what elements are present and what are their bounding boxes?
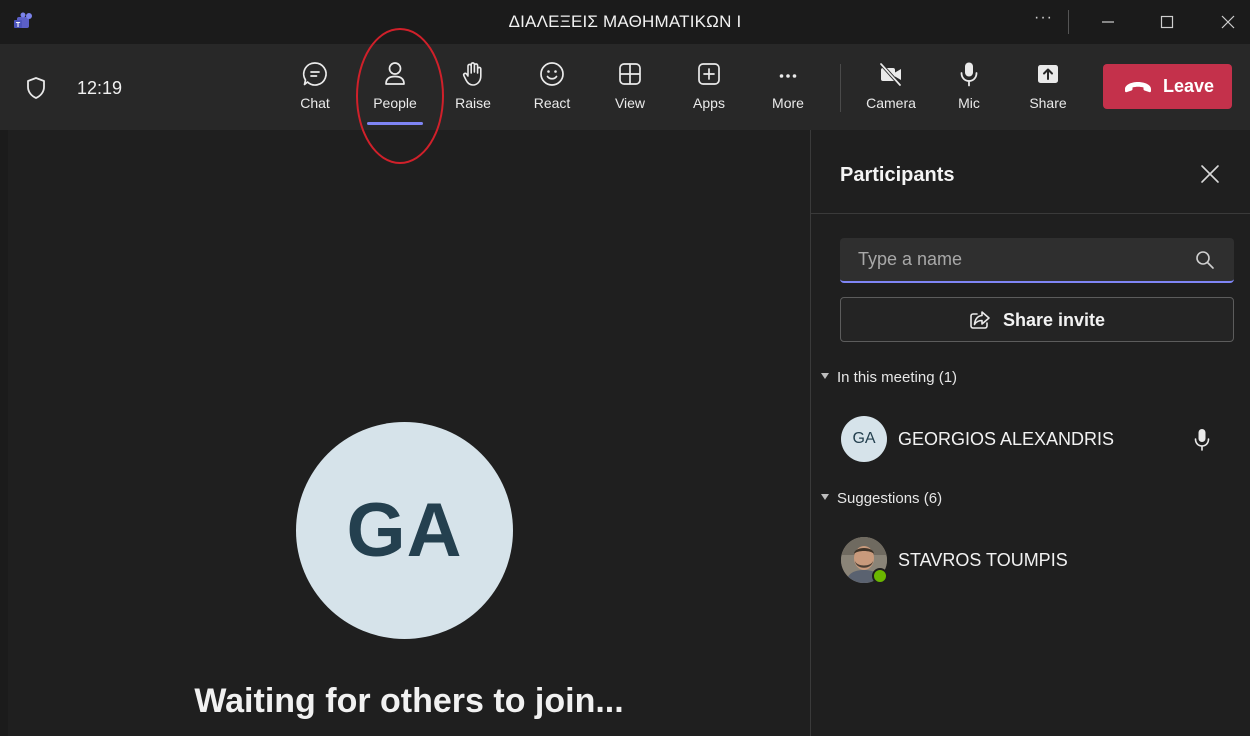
suggestions-section-toggle[interactable]: Suggestions (6) [821,490,942,507]
more-button[interactable]: More [757,60,819,120]
title-divider [1068,10,1069,34]
chat-button[interactable]: Chat [284,60,346,120]
react-label: React [533,95,571,111]
share-button[interactable]: Share [1017,60,1079,120]
share-tray-icon [1038,65,1058,83]
mic-icon [1194,429,1210,451]
react-button[interactable]: React [521,60,583,120]
camera-off-icon [879,62,902,87]
share-invite-button[interactable]: Share invite [840,297,1234,342]
caret-down-icon [821,373,829,380]
suggestion-name: STAVROS TOUMPIS [898,550,1068,570]
mic-label: Mic [958,95,980,111]
apps-label: Apps [693,95,725,111]
waiting-message: Waiting for others to join... [194,682,624,720]
mic-button[interactable]: Mic [938,60,1000,120]
camera-button[interactable]: Camera [860,60,922,120]
participant-search-input[interactable] [840,238,1180,281]
meeting-toolbar: 12:19 Chat People Raise React View Apps … [0,44,1250,130]
more-dots-icon [779,74,797,78]
close-panel-icon[interactable] [1199,163,1221,185]
window-title: ΔΙΑΛΕΞΕΙΣ ΜΑΘΗΜΑΤΙΚΩΝ Ι [508,12,742,31]
title-bar: T ΔΙΑΛΕΞΕΙΣ ΜΑΘΗΜΑΤΙΚΩΝ Ι ··· [0,0,1250,44]
close-window-icon[interactable] [1216,10,1240,34]
raise-hand-button[interactable]: Raise [442,60,504,120]
maximize-icon[interactable] [1155,10,1179,34]
apps-button[interactable]: Apps [678,60,740,120]
people-button[interactable]: People [364,60,426,125]
leave-label: Leave [1163,76,1215,96]
view-button[interactable]: View [599,60,661,120]
participants-panel: Participants Share invite In this meetin… [810,130,1250,736]
raise-label: Raise [455,95,491,111]
camera-label: Camera [866,95,916,111]
meeting-stage: GA Waiting for others to join... [8,130,810,736]
mic-icon [960,62,978,87]
share-invite-icon [970,311,990,329]
suggestion-row[interactable]: STAVROS TOUMPIS [841,537,1241,584]
window-left-edge [0,130,8,736]
window-more-button[interactable]: ··· [1034,9,1053,27]
people-label: People [373,95,417,111]
suggestions-label: Suggestions (6) [837,490,943,507]
chat-label: Chat [300,95,330,111]
shield-icon[interactable] [25,76,47,100]
panel-title: Participants [840,164,955,186]
caret-down-icon [821,494,829,501]
view-label: View [614,95,646,111]
view-grid-icon [619,63,641,85]
share-label: Share [1029,95,1067,111]
participant-search-box[interactable] [840,238,1234,283]
leave-button[interactable]: Leave [1103,64,1232,109]
minimize-icon[interactable] [1096,10,1120,34]
chat-icon [302,62,327,86]
participant-row[interactable]: GA GEORGIOS ALEXANDRIS [841,416,1241,462]
stage-avatar: GA [296,422,513,639]
in-meeting-section-toggle[interactable]: In this meeting (1) [821,369,957,386]
meeting-time: 12:19 [77,78,123,98]
react-smiley-icon [540,62,564,86]
search-icon[interactable] [1195,250,1215,270]
share-invite-label: Share invite [1003,310,1106,330]
raise-hand-icon [462,62,482,86]
presence-available-badge [872,568,888,584]
avatar: GA [841,416,887,462]
toolbar-divider [840,64,841,112]
more-label: More [772,95,804,111]
participant-name: GEORGIOS ALEXANDRIS [898,429,1115,449]
panel-divider [811,213,1250,214]
in-meeting-label: In this meeting (1) [837,369,958,386]
active-tab-indicator [367,122,423,125]
people-icon [385,62,405,85]
hang-up-phone-icon [1125,82,1151,93]
apps-plus-icon [698,63,720,85]
